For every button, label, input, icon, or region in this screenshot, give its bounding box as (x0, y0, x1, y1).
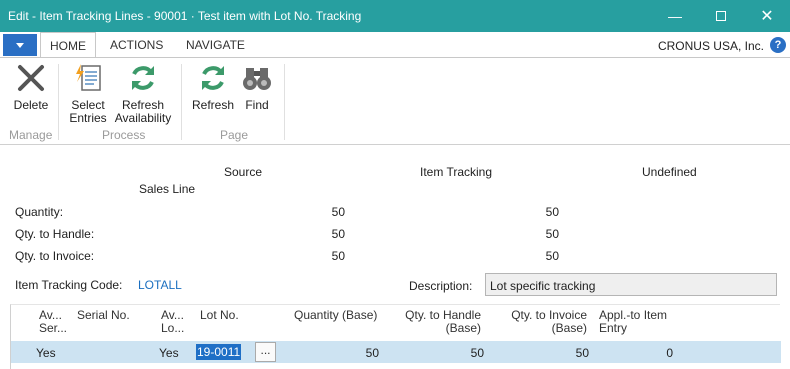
item-tracking-code-link[interactable]: LOTALL (138, 278, 182, 292)
refresh-availability-label-2: Availability (114, 111, 172, 125)
select-entries-button[interactable]: Select Entries (66, 62, 110, 125)
lot-no-assist-button[interactable]: ... (255, 342, 276, 362)
ribbon-separator (181, 64, 182, 140)
description-label: Description: (409, 279, 473, 293)
chevron-down-icon (16, 42, 24, 48)
header-lot-no[interactable]: Lot No. (200, 309, 239, 322)
find-button[interactable]: Find (240, 62, 274, 112)
delete-button[interactable]: Delete (12, 62, 50, 112)
quantity-source-value: 50 (331, 205, 345, 219)
ribbon-separator (58, 64, 59, 140)
delete-label: Delete (13, 98, 49, 112)
delete-icon (18, 65, 44, 91)
select-entries-label-2: Entries (69, 111, 107, 125)
maximize-button[interactable] (698, 0, 744, 32)
header-quantity-base[interactable]: Quantity (Base) (294, 309, 377, 322)
close-button[interactable]: ✕ (744, 0, 790, 32)
header-qty-to-invoice-base[interactable]: Qty. to Invoice (Base) (495, 309, 587, 335)
qty-to-invoice-item-tracking-value: 50 (545, 249, 559, 263)
header-serial-no[interactable]: Serial No. (77, 309, 130, 322)
ribbon-separator (284, 64, 285, 140)
ribbon-tabs: HOME ACTIONS NAVIGATE CRONUS USA, Inc. ? (0, 32, 790, 58)
header-avail-serial-line2: Ser... (39, 321, 68, 335)
company-name: CRONUS USA, Inc. (657, 39, 764, 53)
title-bar: Edit - Item Tracking Lines - 90001 · Tes… (0, 0, 790, 32)
header-avail-lot[interactable]: Av... Lo... (161, 309, 184, 335)
refresh-button[interactable]: Refresh (191, 62, 235, 112)
find-label: Find (245, 98, 269, 112)
refresh-icon (202, 66, 224, 90)
tab-navigate[interactable]: NAVIGATE (186, 32, 245, 58)
refresh-label: Refresh (191, 98, 235, 112)
maximize-icon (716, 11, 726, 21)
source-type-label: Sales Line (139, 182, 196, 196)
column-header-source: Source (224, 165, 263, 179)
qty-to-handle-source-value: 50 (331, 227, 345, 241)
cell-qty-to-invoice-base: 50 (575, 346, 589, 360)
refresh-availability-button[interactable]: Refresh Availability (113, 62, 173, 125)
cell-avail-lot: Yes (159, 346, 179, 360)
ribbon: Delete Select Entries Refresh Availabili… (0, 57, 790, 145)
application-menu-button[interactable] (3, 34, 37, 56)
header-qty-to-invoice-line2: (Base) (551, 321, 587, 335)
quantity-label: Quantity: (15, 205, 64, 219)
cell-quantity-base: 50 (365, 346, 379, 360)
column-header-undefined: Undefined (642, 165, 697, 179)
binoculars-icon (243, 68, 271, 90)
description-field: Lot specific tracking (485, 273, 777, 296)
qty-to-handle-label: Qty. to Handle: (15, 227, 95, 241)
select-entries-icon (76, 64, 101, 91)
tab-actions[interactable]: ACTIONS (110, 32, 163, 58)
minimize-button[interactable]: — (652, 0, 698, 32)
header-avail-serial[interactable]: Av... Ser... (39, 309, 67, 335)
refresh-availability-icon (132, 66, 154, 90)
group-label-process: Process (102, 128, 146, 142)
tab-home[interactable]: HOME (40, 32, 96, 58)
column-header-item-tracking: Item Tracking (420, 165, 493, 179)
cell-appl-to-item-entry: 0 (666, 346, 673, 360)
qty-to-handle-item-tracking-value: 50 (545, 227, 559, 241)
header-appl-to-item-entry[interactable]: Appl.-to Item Entry (599, 309, 667, 335)
window-title: Edit - Item Tracking Lines - 90001 · Tes… (8, 9, 362, 23)
header-appl-to-line2: Entry (599, 321, 628, 335)
cell-qty-to-handle-base: 50 (470, 346, 484, 360)
lot-no-input[interactable]: 19-0011 (196, 344, 242, 360)
cell-avail-serial: Yes (36, 346, 56, 360)
group-label-manage: Manage (9, 128, 53, 142)
group-label-page: Page (220, 128, 249, 142)
quantity-item-tracking-value: 50 (545, 205, 559, 219)
table-row[interactable]: Yes Yes 19-0011 ... 50 50 50 0 (11, 341, 781, 363)
qty-to-invoice-label: Qty. to Invoice: (15, 249, 95, 263)
help-icon[interactable]: ? (770, 37, 786, 53)
header-qty-to-handle-line2: (Base) (445, 321, 481, 335)
item-tracking-lines-grid: Av... Ser... Serial No. Av... Lo... Lot … (10, 304, 781, 369)
item-tracking-code-label: Item Tracking Code: (15, 278, 123, 292)
grid-header: Av... Ser... Serial No. Av... Lo... Lot … (11, 305, 781, 339)
qty-to-invoice-source-value: 50 (331, 249, 345, 263)
header-avail-lot-line2: Lo... (161, 321, 185, 335)
header-qty-to-handle-base[interactable]: Qty. to Handle (Base) (391, 309, 481, 335)
